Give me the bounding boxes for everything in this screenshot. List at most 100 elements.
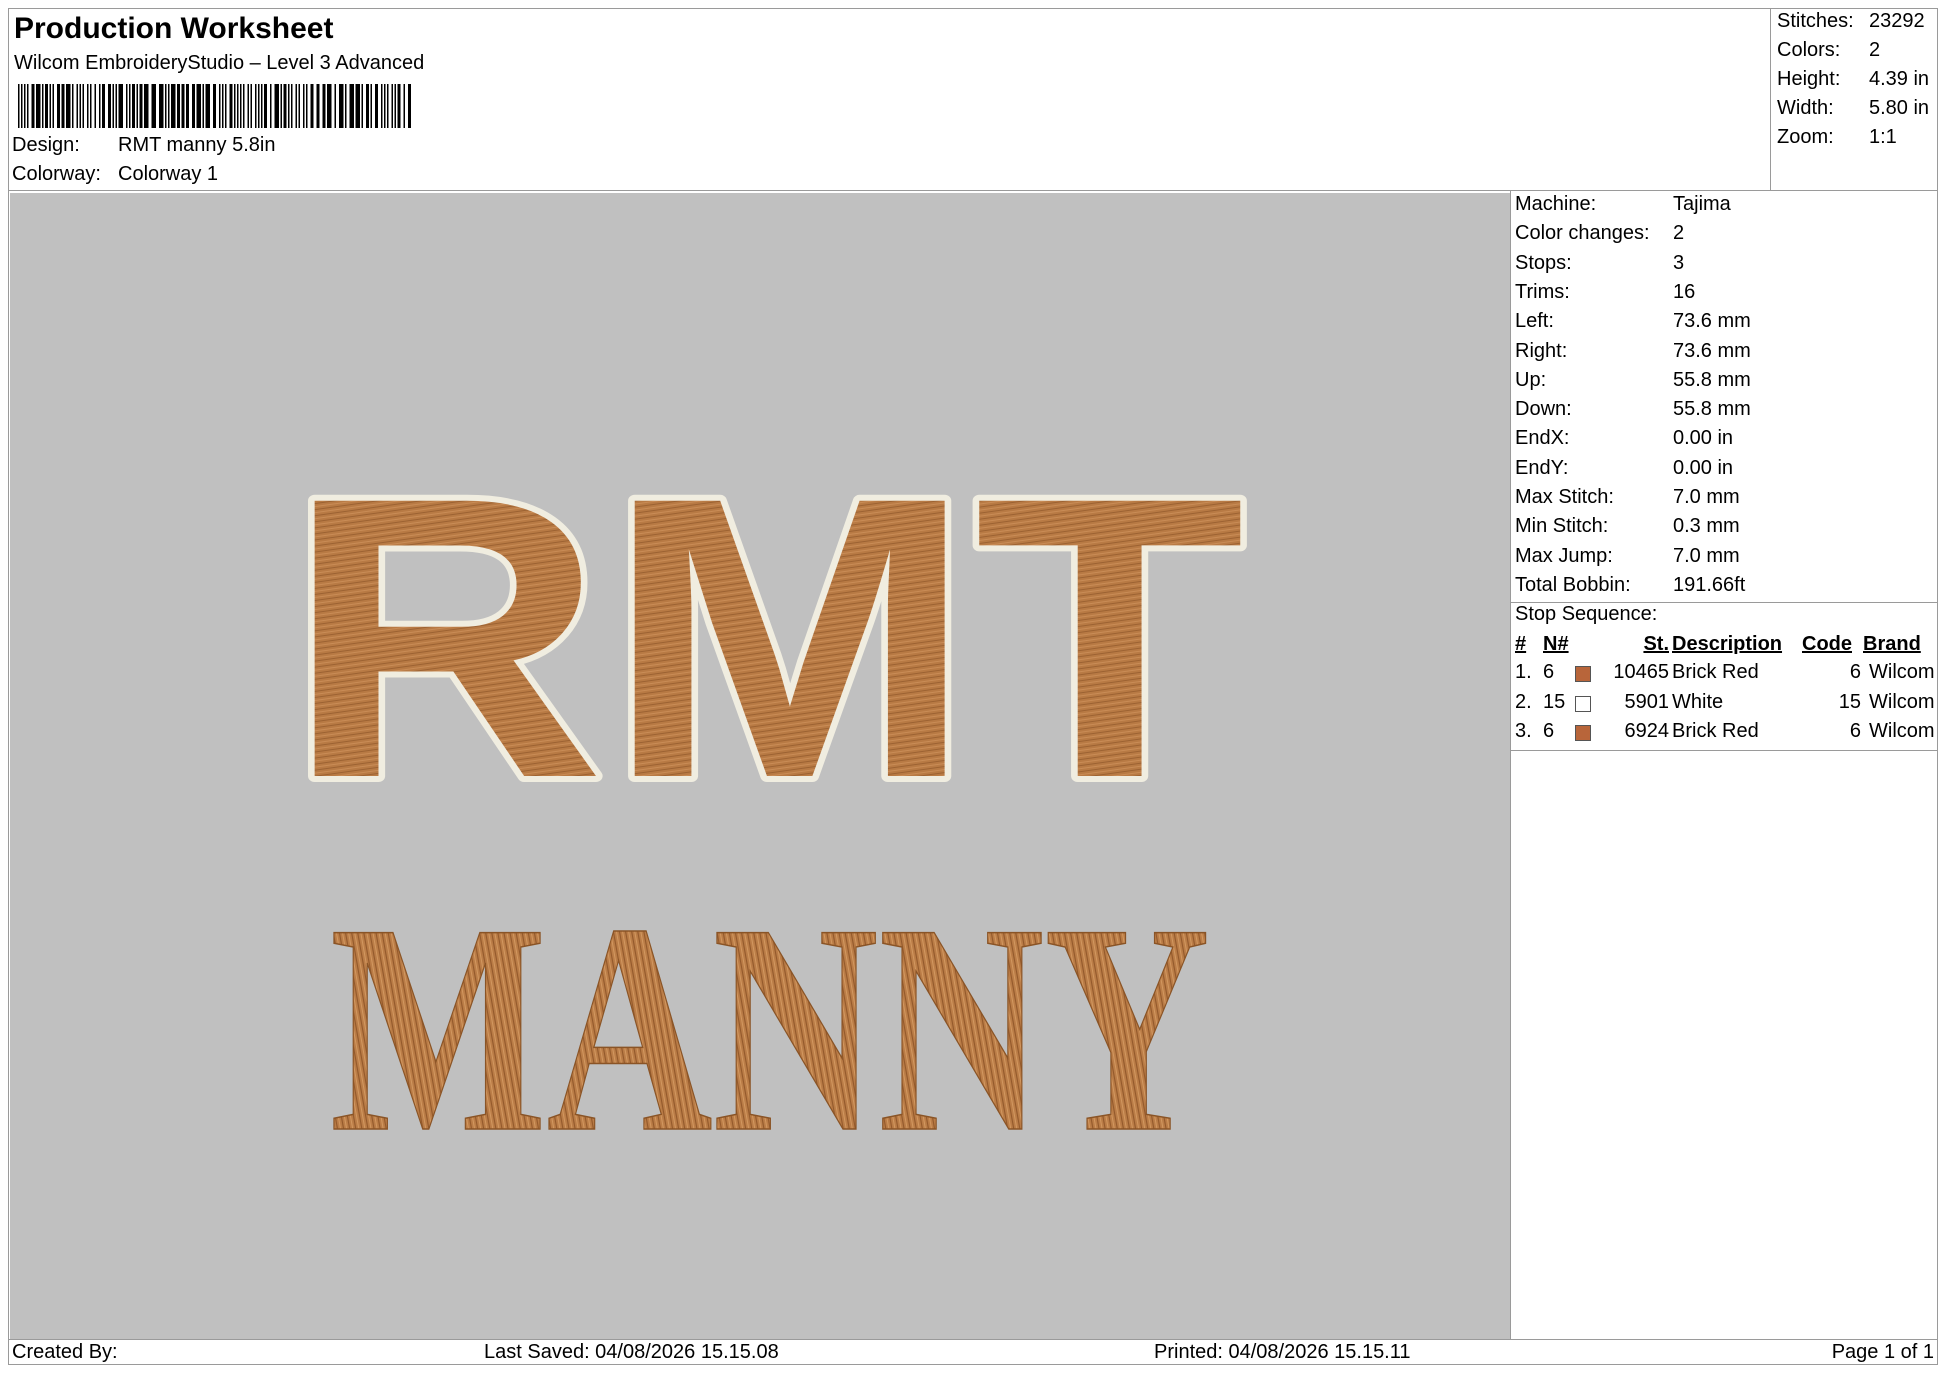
embroidery-preview-canvas: RMT MANNY <box>279 408 1251 1195</box>
cell-brand: Wilcom <box>1869 661 1935 683</box>
info-label: Total Bobbin: <box>1515 573 1631 596</box>
info-label: Max Stitch: <box>1515 486 1614 508</box>
barcode-bar <box>112 84 114 128</box>
machine-info-panel: Machine: Tajima Color changes: 2 Stops: 3 Trim… <box>1510 191 1938 1339</box>
barcode-bar <box>102 84 105 128</box>
thread-color-swatch <box>1575 695 1591 712</box>
cell-stitches: 10465 <box>1613 661 1669 683</box>
barcode-bar <box>202 84 204 128</box>
barcode-bar <box>258 84 260 128</box>
barcode-bar <box>222 84 224 128</box>
stat-value: 5.80 in <box>1869 97 1930 119</box>
barcode-bar <box>234 84 236 128</box>
info-value: 16 <box>1673 280 1696 303</box>
info-label: Right: <box>1515 339 1568 362</box>
barcode-bar <box>108 84 111 128</box>
info-value: 0.00 in <box>1673 456 1734 479</box>
barcode-bar <box>21 84 23 128</box>
barcode-bar <box>42 84 44 128</box>
barcode-bar <box>45 84 48 128</box>
cell-index: 2. <box>1515 690 1532 713</box>
barcode-bar <box>213 84 216 128</box>
barcode-bar <box>129 84 131 128</box>
info-label: Stops: <box>1515 251 1572 274</box>
info-label: EndX: <box>1515 427 1570 450</box>
info-value: 3 <box>1673 251 1685 274</box>
design-label: Design: <box>12 134 80 156</box>
barcode-bar <box>361 84 363 128</box>
barcode-bar <box>87 84 89 128</box>
stat-label: Width: <box>1777 97 1834 119</box>
barcode-bar <box>27 84 29 128</box>
cell-needle: 15 <box>1543 690 1566 713</box>
design-value: RMT manny 5.8in <box>118 134 276 156</box>
info-value: 73.6 mm <box>1673 339 1751 362</box>
stat-label: Zoom: <box>1777 126 1834 148</box>
barcode-bar <box>384 84 386 128</box>
barcode-bar <box>270 84 272 128</box>
barcode-bar <box>387 84 389 128</box>
info-value: 191.66ft <box>1673 573 1746 596</box>
barcode-bar <box>90 84 92 128</box>
col-brand-header: Brand <box>1863 633 1921 655</box>
barcode-bar <box>24 84 26 128</box>
info-value: 0.3 mm <box>1673 515 1740 538</box>
cell-code: 6 <box>1849 720 1861 742</box>
stat-label: Colors: <box>1777 39 1841 61</box>
info-label: Up: <box>1515 368 1547 391</box>
barcode-bar <box>72 84 74 128</box>
barcode-bar <box>237 84 239 128</box>
stat-value: 4.39 in <box>1869 68 1930 90</box>
cell-needle: 6 <box>1543 661 1555 683</box>
page-number: Page 1 of 1 <box>1831 1341 1934 1363</box>
col-index-header: # <box>1515 633 1527 655</box>
barcode-bar <box>186 84 189 128</box>
barcode-bar <box>196 84 201 128</box>
barcode-bar <box>283 84 287 128</box>
barcode-bar <box>310 84 314 128</box>
barcode-bar <box>144 84 149 128</box>
barcode-bar <box>247 84 249 128</box>
info-label: Down: <box>1515 398 1572 421</box>
stat-label: Stitches: <box>1777 10 1854 32</box>
cell-needle: 6 <box>1543 720 1555 742</box>
last-saved: Last Saved: 04/08/2026 15.15.08 <box>484 1341 779 1363</box>
barcode-bar <box>408 84 411 128</box>
barcode-bar <box>288 84 290 128</box>
info-value: 7.0 mm <box>1673 544 1740 567</box>
barcode-bar <box>61 84 65 128</box>
info-label: EndY: <box>1515 456 1569 479</box>
cell-stitches: 5901 <box>1624 690 1670 713</box>
cell-description: White <box>1672 690 1724 713</box>
barcode-bar <box>316 84 320 128</box>
barcode-bar <box>31 84 35 128</box>
barcode-bar <box>264 84 267 128</box>
page-title: Production Worksheet <box>14 12 334 45</box>
barcode-bar <box>345 84 347 128</box>
software-name: Wilcom EmbroideryStudio – Level 3 Advanc… <box>14 52 425 74</box>
barcode-bar <box>225 84 227 128</box>
info-value: 73.6 mm <box>1673 310 1751 333</box>
info-label: Color changes: <box>1515 222 1650 245</box>
barcode-bar <box>82 84 84 128</box>
stop-sequence-row: 2. 15 5901 White 15 Wilcom <box>1511 691 1938 720</box>
stat-value: 1:1 <box>1869 126 1897 148</box>
barcode-bar <box>165 84 167 128</box>
barcode-bar <box>349 84 354 128</box>
barcode-bar <box>36 84 41 128</box>
thread-color-swatch <box>1575 725 1591 741</box>
barcode-bar <box>306 84 308 128</box>
colorway-value: Colorway 1 <box>118 163 219 185</box>
barcode-bar <box>339 84 344 128</box>
stat-value: 23292 <box>1869 10 1925 32</box>
info-value: 0.00 in <box>1673 427 1734 450</box>
barcode-bar <box>115 84 117 128</box>
barcode-bar <box>298 84 300 128</box>
barcode-bar <box>295 84 297 128</box>
info-label: Max Jump: <box>1515 544 1613 567</box>
barcode-bar <box>394 84 396 128</box>
barcode-bar <box>79 84 81 128</box>
barcode-icon <box>18 84 411 128</box>
worksheet-footer: Created By: Last Saved: 04/08/2026 15.15… <box>8 1339 1938 1365</box>
barcode-bar <box>171 84 176 128</box>
